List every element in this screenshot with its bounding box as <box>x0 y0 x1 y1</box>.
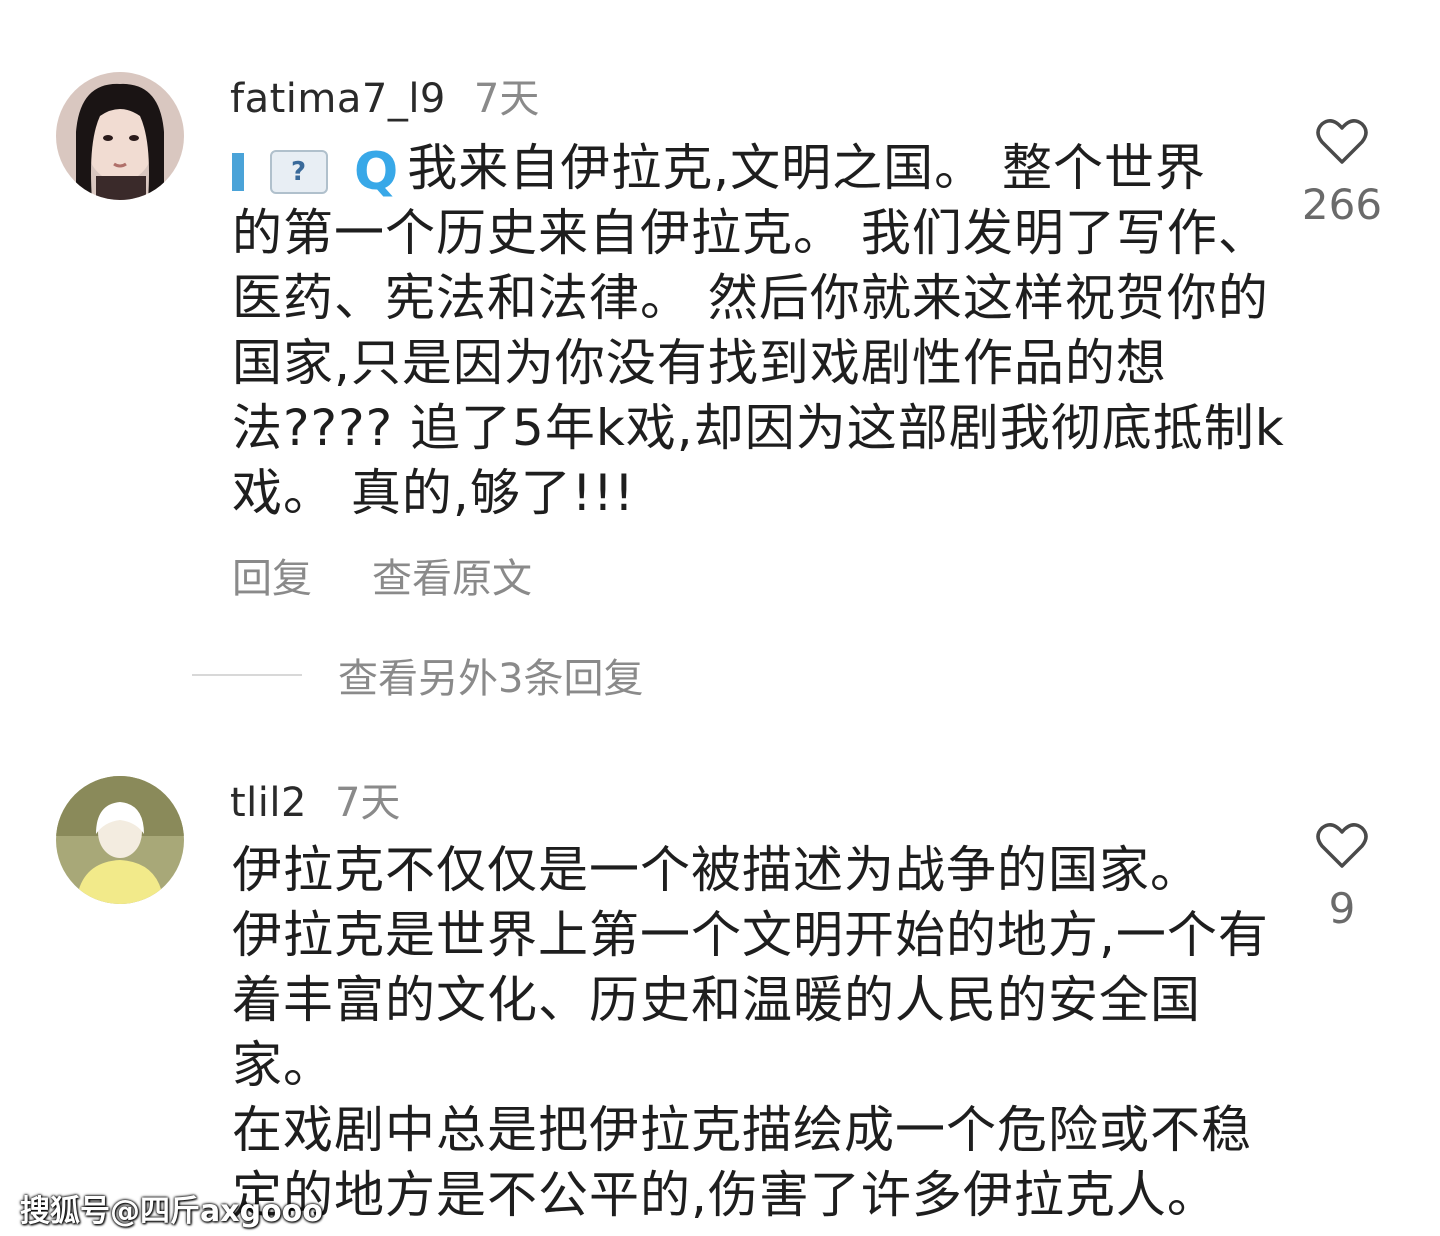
bar-icon <box>232 152 244 191</box>
username[interactable]: fatima7_l9 <box>230 76 446 122</box>
comment-line: 法???? 追了5年k戏,却因为这部剧我彻底抵制k <box>232 399 1285 457</box>
more-replies: 查看另外3条回复 <box>192 646 643 704</box>
comment-line: 国家,只是因为你没有找到戏剧性作品的想 <box>232 334 1167 392</box>
like-count: 9 <box>1328 884 1356 933</box>
heart-icon[interactable] <box>1316 822 1368 870</box>
q-icon: Q <box>354 141 400 202</box>
timestamp: 7天 <box>473 76 540 122</box>
comment-line: 的第一个历史来自伊拉克。 我们发明了写作、 <box>232 204 1269 262</box>
comment-line: 定的地方是不公平的,伤害了许多伊拉克人。 <box>232 1166 1218 1224</box>
comment-line: 着丰富的文化、历史和温暖的人民的安全国 <box>232 971 1201 1029</box>
comment-actions: 回复 查看原文 <box>232 546 532 604</box>
comment-line: 戏。 真的,够了!!! <box>232 464 635 522</box>
comment-header: fatima7_l9 7天 <box>230 66 539 124</box>
comment-text: ? Q 我来自伊拉克,文明之国。 整个世界 的第一个历史来自伊拉克。 我们发明了… <box>232 136 1285 526</box>
heart-icon[interactable] <box>1316 118 1368 166</box>
comment-line: 伊拉克不仅仅是一个被描述为战争的国家。 <box>232 841 1201 899</box>
view-more-replies-button[interactable]: 查看另外3条回复 <box>338 646 643 704</box>
avatar-tlil2[interactable] <box>56 776 184 904</box>
comment-line: 在戏剧中总是把伊拉克描绘成一个危险或不稳 <box>232 1101 1252 1159</box>
comment-line: 伊拉克是世界上第一个文明开始的地方,一个有 <box>232 906 1269 964</box>
username[interactable]: tlil2 <box>230 780 307 826</box>
comment-line: ? Q 我来自伊拉克,文明之国。 整个世界 <box>232 136 1285 201</box>
like-control[interactable]: 9 <box>1292 822 1392 933</box>
reply-button[interactable]: 回复 <box>232 546 312 604</box>
comment-line: 医药、宪法和法律。 然后你就来这样祝贺你的 <box>232 269 1269 327</box>
comment-header: tlil2 7天 <box>230 770 400 828</box>
avatar-fatima[interactable] <box>56 72 184 200</box>
comment-text: 伊拉克不仅仅是一个被描述为战争的国家。 伊拉克是世界上第一个文明开始的地方,一个… <box>232 838 1269 1228</box>
divider <box>192 674 302 676</box>
comment-line: 家。 <box>232 1036 334 1094</box>
timestamp: 7天 <box>334 780 401 826</box>
view-original-button[interactable]: 查看原文 <box>372 546 532 604</box>
inline-emoji-group: ? Q <box>232 141 400 202</box>
watermark: 搜狐号@四斤axgooo <box>20 1194 323 1229</box>
like-control[interactable]: 266 <box>1292 118 1392 229</box>
flag-icon: ? <box>270 149 328 194</box>
like-count: 266 <box>1301 180 1383 229</box>
